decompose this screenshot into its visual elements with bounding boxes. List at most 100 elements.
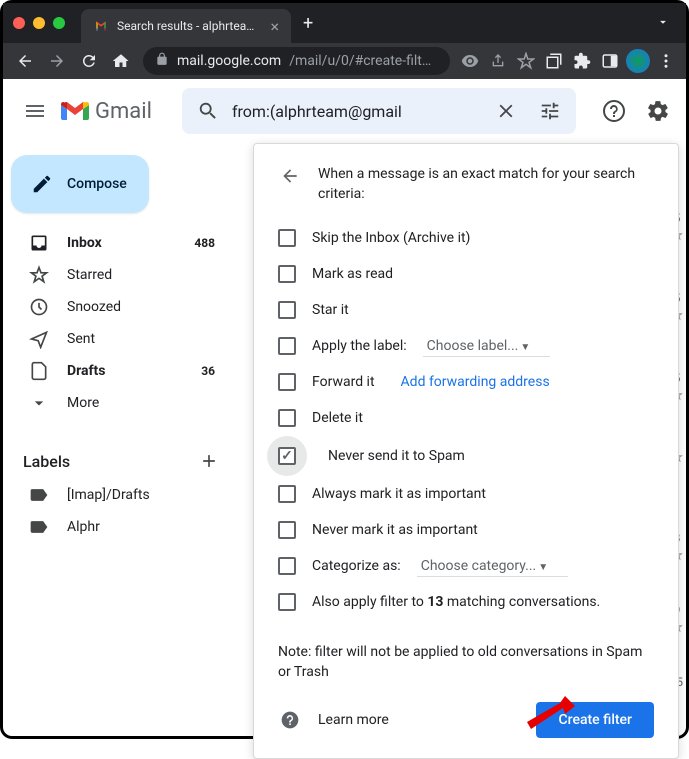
option-label: Also apply filter to 13 matching convers… <box>312 594 600 610</box>
filter-option-mark-read[interactable]: Mark as read <box>278 256 654 292</box>
window-close[interactable] <box>13 17 25 29</box>
browser-menu-icon[interactable] <box>654 49 678 73</box>
gmail-logo[interactable]: Gmail <box>61 99 152 124</box>
checkbox[interactable] <box>278 593 296 611</box>
inbox-icon <box>29 233 49 253</box>
share-icon[interactable] <box>486 49 510 73</box>
panel-title: When a message is an exact match for you… <box>318 164 654 204</box>
category-select[interactable]: Choose category...▼ <box>417 556 568 577</box>
option-label: Apply the label: <box>312 338 407 354</box>
sidebar-item-inbox[interactable]: Inbox 488 <box>3 227 235 259</box>
search-input[interactable] <box>232 102 482 121</box>
sidebar-label-alphr[interactable]: Alphr <box>3 511 235 543</box>
option-label: Skip the Inbox (Archive it) <box>312 230 470 246</box>
clock-icon <box>29 297 49 317</box>
nav-label: [Imap]/Drafts <box>67 487 150 503</box>
option-label: Never send it to Spam <box>328 448 465 464</box>
label-icon <box>29 517 49 537</box>
checkbox[interactable] <box>278 521 296 539</box>
file-icon <box>29 361 49 381</box>
checkbox[interactable] <box>278 485 296 503</box>
tab-close-icon[interactable]: × <box>270 17 279 36</box>
tab-dropdown-icon[interactable] <box>648 10 678 37</box>
extensions-icon[interactable] <box>570 49 594 73</box>
browser-tab[interactable]: Search results - alphrteam@… × <box>81 9 291 43</box>
sidebar-item-sent[interactable]: Sent <box>3 323 235 355</box>
support-button[interactable] <box>594 91 634 131</box>
clear-search-button[interactable] <box>486 91 526 131</box>
sidebar-item-more[interactable]: More <box>3 387 235 419</box>
help-circle-icon <box>280 710 300 730</box>
plus-icon <box>199 451 219 471</box>
new-tab-button[interactable]: + <box>303 13 313 34</box>
sidebar-label-imap-drafts[interactable]: [Imap]/Drafts <box>3 479 235 511</box>
option-label: Mark as read <box>312 266 393 282</box>
url-path: /mail/u/0/#create-filt… <box>289 53 431 69</box>
panel-back-button[interactable] <box>278 164 302 188</box>
option-label: Categorize as: <box>312 558 401 574</box>
learn-more-link[interactable]: Learn more <box>318 712 389 728</box>
label-select[interactable]: Choose label...▼ <box>423 336 551 357</box>
help-icon <box>602 99 626 123</box>
option-label: Delete it <box>312 410 363 426</box>
tab-title: Search results - alphrteam@… <box>117 19 262 33</box>
sidebar-item-drafts[interactable]: Drafts 36 <box>3 355 235 387</box>
search-options-button[interactable] <box>530 91 570 131</box>
nav-label: Drafts <box>67 363 105 379</box>
nav-home-button[interactable] <box>107 47 135 75</box>
tabs-icon[interactable] <box>542 49 566 73</box>
star-icon <box>29 265 49 285</box>
filter-option-apply-label[interactable]: Apply the label: Choose label...▼ <box>278 328 654 364</box>
nav-label: Sent <box>67 331 95 347</box>
filter-option-delete[interactable]: Delete it <box>278 400 654 436</box>
traffic-lights[interactable] <box>13 17 65 29</box>
filter-panel: When a message is an exact match for you… <box>253 143 679 759</box>
main-menu-button[interactable] <box>11 87 59 135</box>
checkbox[interactable] <box>278 337 296 355</box>
gmail-brand-text: Gmail <box>95 99 152 124</box>
search-button[interactable] <box>188 91 228 131</box>
filter-option-never-important[interactable]: Never mark it as important <box>278 512 654 548</box>
bookmark-icon[interactable] <box>514 49 538 73</box>
checkbox[interactable] <box>278 265 296 283</box>
settings-button[interactable] <box>638 91 678 131</box>
help-button[interactable] <box>278 708 302 732</box>
compose-label: Compose <box>67 176 127 192</box>
filter-option-skip-inbox[interactable]: Skip the Inbox (Archive it) <box>278 220 654 256</box>
search-bar[interactable] <box>182 88 576 134</box>
checkbox[interactable] <box>278 409 296 427</box>
filter-option-also-apply[interactable]: Also apply filter to 13 matching convers… <box>278 584 654 620</box>
nav-back-button[interactable] <box>11 47 39 75</box>
send-icon <box>29 329 49 349</box>
labels-header: Labels <box>3 443 235 479</box>
filter-option-categorize[interactable]: Categorize as: Choose category...▼ <box>278 548 654 584</box>
checkbox[interactable] <box>278 301 296 319</box>
sidebar-item-snoozed[interactable]: Snoozed <box>3 291 235 323</box>
add-forwarding-link[interactable]: Add forwarding address <box>401 374 550 390</box>
nav-forward-button[interactable] <box>43 47 71 75</box>
sidebar-item-starred[interactable]: Starred <box>3 259 235 291</box>
filter-option-forward[interactable]: Forward it Add forwarding address <box>278 364 654 400</box>
create-filter-button[interactable]: Create filter <box>536 702 654 738</box>
window-maximize[interactable] <box>53 17 65 29</box>
checkbox-checked[interactable] <box>278 447 296 465</box>
sidepanel-icon[interactable] <box>598 49 622 73</box>
filter-option-always-important[interactable]: Always mark it as important <box>278 476 654 512</box>
compose-button[interactable]: Compose <box>11 155 149 213</box>
label-icon <box>29 485 49 505</box>
profile-avatar[interactable] <box>626 49 650 73</box>
option-label: Never mark it as important <box>312 522 478 538</box>
filter-option-star-it[interactable]: Star it <box>278 292 654 328</box>
eye-icon[interactable] <box>458 49 482 73</box>
add-label-button[interactable] <box>195 447 223 475</box>
option-label: Always mark it as important <box>312 486 486 502</box>
checkbox[interactable] <box>278 229 296 247</box>
nav-reload-button[interactable] <box>75 47 103 75</box>
sidebar: Compose Inbox 488 Starred Snoozed Sent D… <box>3 143 243 736</box>
checkbox[interactable] <box>278 557 296 575</box>
checkbox[interactable] <box>278 373 296 391</box>
filter-option-never-spam[interactable]: Never send it to Spam <box>278 436 654 476</box>
url-bar[interactable]: mail.google.com/mail/u/0/#create-filt… <box>143 47 450 75</box>
nav-count: 36 <box>201 364 215 378</box>
window-minimize[interactable] <box>33 17 45 29</box>
